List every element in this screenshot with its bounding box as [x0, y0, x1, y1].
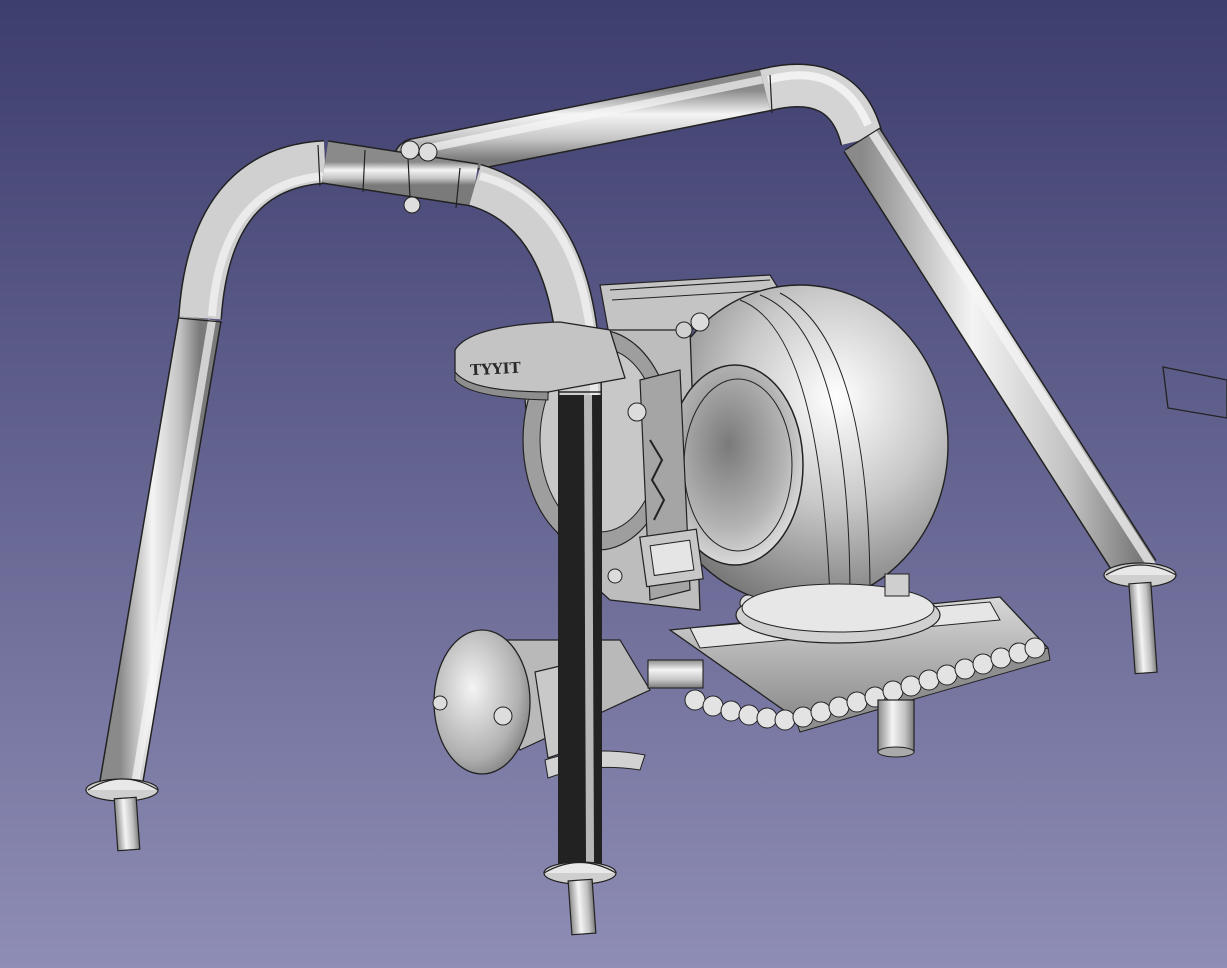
3d-viewport[interactable]: TYYIT	[0, 0, 1227, 968]
scene-canvas[interactable]: TYYIT	[0, 0, 1227, 968]
emblem-text: TYYIT	[470, 359, 522, 380]
roll-bar-front-leg-overlay	[558, 391, 602, 861]
